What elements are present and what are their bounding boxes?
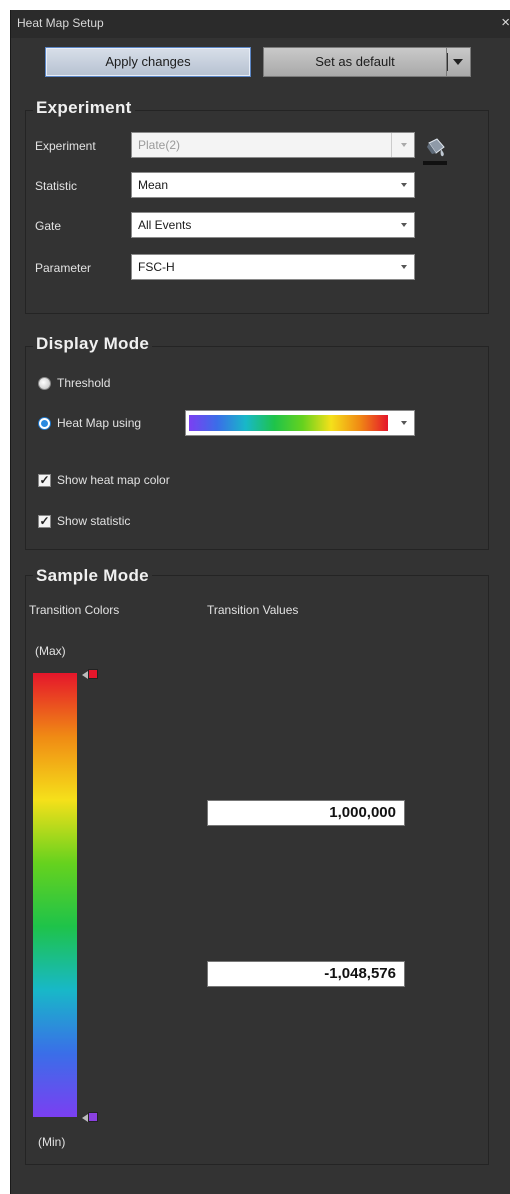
heat-map-setup-window: Heat Map Setup × Apply changes Set as de… (10, 10, 510, 1194)
close-icon[interactable]: × (501, 14, 510, 31)
statistic-label: Statistic (35, 179, 78, 193)
min-color-marker[interactable] (82, 1112, 98, 1122)
sample-mode-section-title: Sample Mode (33, 566, 152, 586)
color-palette-select[interactable] (185, 410, 415, 436)
gate-select[interactable]: All Events (131, 212, 415, 238)
set-as-default-button[interactable]: Set as default (263, 47, 447, 77)
chevron-down-icon (401, 143, 407, 147)
chevron-down-icon (401, 421, 407, 425)
show-heat-map-color-checkbox[interactable]: ✓ (38, 474, 51, 487)
threshold-radio[interactable] (38, 377, 51, 390)
parameter-select[interactable]: FSC-H (131, 254, 415, 280)
parameter-label: Parameter (35, 261, 92, 275)
max-color-marker[interactable] (82, 669, 98, 679)
max-label: (Max) (35, 644, 66, 658)
chevron-down-icon (401, 265, 407, 269)
apply-changes-button[interactable]: Apply changes (45, 47, 251, 77)
chevron-down-icon (401, 183, 407, 187)
min-label: (Min) (38, 1135, 66, 1149)
show-statistic-checkbox[interactable]: ✓ (38, 515, 51, 528)
chevron-down-icon (453, 59, 463, 65)
transition-values-label: Transition Values (207, 603, 299, 617)
transition-colors-label: Transition Colors (29, 603, 120, 617)
show-statistic-label[interactable]: Show statistic (57, 514, 130, 528)
sample-mode-section (25, 575, 489, 1165)
heat-map-radio[interactable] (38, 417, 51, 430)
title-bar[interactable]: Heat Map Setup × (11, 10, 510, 38)
transition-color-bar[interactable] (33, 673, 77, 1117)
statistic-value: Mean (138, 178, 169, 192)
max-color-swatch (88, 669, 98, 679)
paint-bucket-icon[interactable] (423, 137, 449, 167)
separator (447, 53, 448, 71)
experiment-label: Experiment (35, 139, 96, 153)
color-palette-swatch (189, 415, 388, 431)
experiment-value: Plate(2) (138, 138, 181, 152)
gate-label: Gate (35, 219, 62, 233)
chevron-down-icon (401, 223, 407, 227)
threshold-label[interactable]: Threshold (57, 376, 110, 390)
heat-map-using-label[interactable]: Heat Map using (57, 416, 141, 430)
experiment-select: Plate(2) (131, 132, 415, 158)
gate-value: All Events (138, 218, 192, 232)
min-value-input[interactable]: -1,048,576 (207, 961, 405, 987)
set-as-default-dropdown-button[interactable] (447, 47, 471, 77)
experiment-section-title: Experiment (33, 98, 135, 118)
display-mode-section-title: Display Mode (33, 334, 153, 354)
statistic-select[interactable]: Mean (131, 172, 415, 198)
window-title: Heat Map Setup (17, 16, 104, 30)
show-heat-map-color-label[interactable]: Show heat map color (57, 473, 170, 487)
max-value-input[interactable]: 1,000,000 (207, 800, 405, 826)
min-color-swatch (88, 1112, 98, 1122)
parameter-value: FSC-H (138, 260, 175, 274)
